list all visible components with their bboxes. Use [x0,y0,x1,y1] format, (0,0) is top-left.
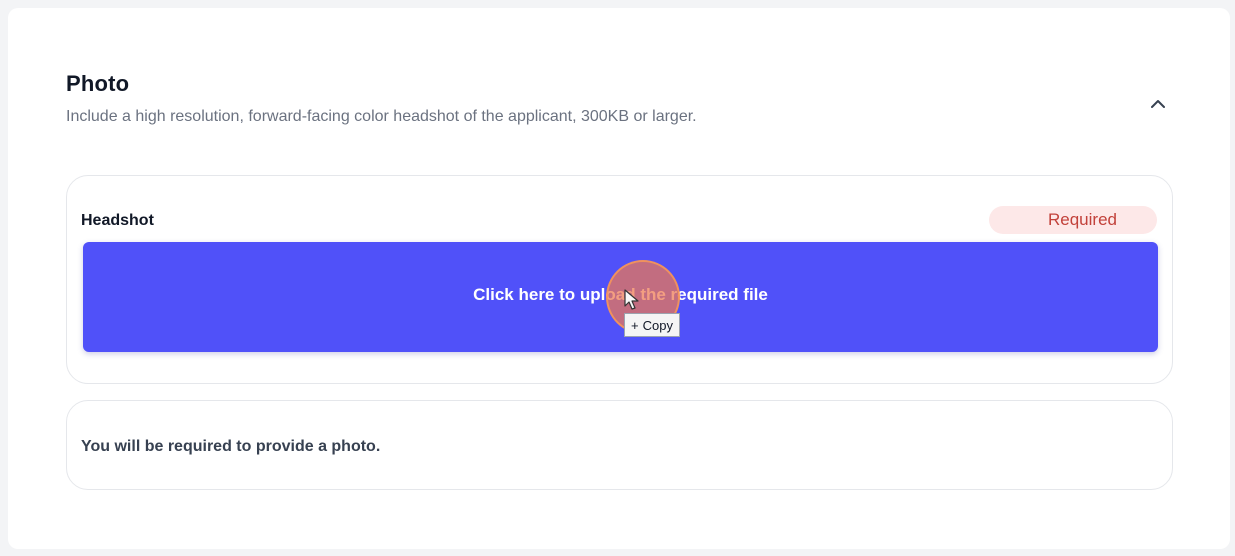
section-description: Include a high resolution, forward-facin… [66,108,697,125]
section-title: Photo [66,71,130,96]
photo-section-card: Photo Include a high resolution, forward… [8,8,1230,549]
upload-file-button[interactable]: Click here to upload the required file +… [83,242,1158,352]
headshot-upload-card: Headshot Required Click here to upload t… [66,175,1173,384]
required-badge: Required [989,206,1157,234]
cursor-arrow-icon [624,289,639,310]
photo-note-card: You will be required to provide a photo. [66,400,1173,490]
copy-tooltip-label: Copy [642,317,673,333]
headshot-label: Headshot [81,212,154,229]
chevron-up-icon [1151,99,1165,108]
drag-copy-tooltip: + Copy [624,313,680,337]
collapse-toggle-button[interactable] [1147,92,1169,114]
plus-icon: + [631,317,639,333]
photo-note-text: You will be required to provide a photo. [81,438,381,455]
